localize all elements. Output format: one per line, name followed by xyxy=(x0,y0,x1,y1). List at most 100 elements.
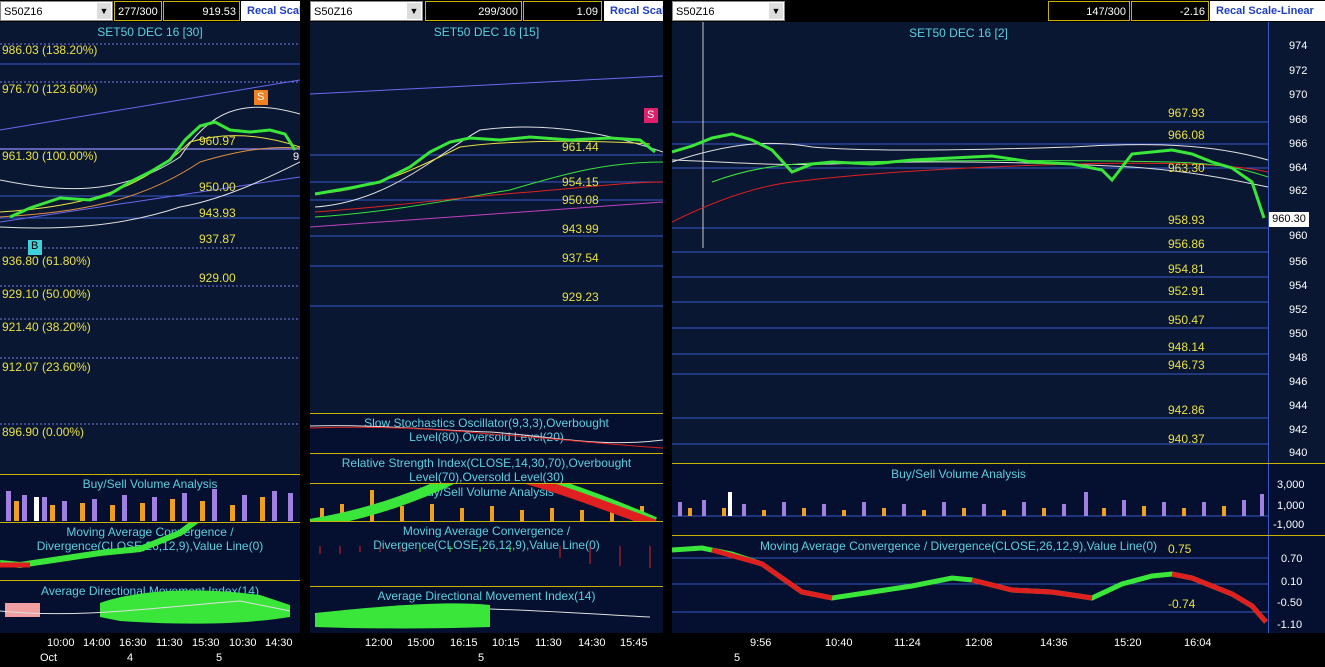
last-price-tag: 960.30 xyxy=(1269,212,1309,227)
price-axis: 974 972 970 968 966 964 962 960 958 956 … xyxy=(1268,22,1325,463)
symbol-select[interactable]: S50Z16 ▼ xyxy=(0,1,113,21)
axis-tick: 960 xyxy=(1289,230,1308,242)
time-label: 15:00 xyxy=(407,637,435,649)
recal-scale-button[interactable]: Recal Scale xyxy=(241,1,300,21)
macd-value: 0.75 xyxy=(1168,542,1192,556)
price-level: 954.81 xyxy=(1168,262,1205,276)
price-level: 960.97 xyxy=(199,134,236,148)
macd-indicator[interactable]: Moving Average Convergence / Divergence(… xyxy=(672,535,1325,634)
time-label: 16:04 xyxy=(1184,637,1212,649)
price-level: 943.99 xyxy=(562,222,599,236)
symbol-value: S50Z16 xyxy=(676,6,715,18)
time-label: 15:20 xyxy=(1114,637,1142,649)
time-label: 11:30 xyxy=(535,637,562,649)
volume-indicator[interactable]: Buy/Sell Volume Analysis xyxy=(0,474,300,522)
price-level: 929.00 xyxy=(199,271,236,285)
price-readout: -2.16 xyxy=(1131,1,1209,21)
price-plot xyxy=(672,22,1269,445)
price-level: 954.15 xyxy=(562,175,599,189)
price-level: 937.54 xyxy=(562,251,599,265)
price-level: 966.08 xyxy=(1168,128,1205,142)
axis-tick: 946 xyxy=(1289,376,1308,388)
sell-marker: S xyxy=(257,91,265,103)
date-label: Oct xyxy=(40,652,58,664)
adx-indicator[interactable]: Average Directional Movement Index(14) xyxy=(0,580,300,633)
adx-plot xyxy=(315,603,651,629)
indicator-title: Relative Strength Index(CLOSE,14,30,70),… xyxy=(341,456,632,484)
stochastics-indicator[interactable]: Slow Stochastics Oscillator(9,3,3),Overb… xyxy=(310,413,663,453)
volume-indicator[interactable]: Buy/Sell Volume Analysis 3,000 1,000 -1,… xyxy=(672,463,1325,536)
axis-tick: 0.70 xyxy=(1281,553,1303,565)
axis-tick: 970 xyxy=(1289,89,1308,101)
symbol-value: S50Z16 xyxy=(314,6,353,18)
axis-tick: 0.10 xyxy=(1281,576,1303,588)
symbol-select[interactable]: S50Z16 ▼ xyxy=(310,1,423,21)
axis-tick: 966 xyxy=(1289,138,1308,150)
fib-level: 896.90 (0.00%) xyxy=(2,425,85,439)
fib-level: 929.10 (50.00%) xyxy=(2,287,91,301)
macd-axis: 0.70 0.10 -0.50 -1.10 xyxy=(1268,536,1325,634)
price-level: 950.00 xyxy=(199,180,236,194)
macd-indicator[interactable]: Moving Average Convergence / Divergence(… xyxy=(310,521,663,586)
price-readout: 1.09 xyxy=(523,1,602,21)
panel-2-toolbar: S50Z16 ▼ 299/300 1.09 Recal Scale xyxy=(310,0,663,22)
panel-3-toolbar: S50Z16 ▼ 147/300 -2.16 Recal Scale-Linea… xyxy=(672,0,1325,22)
fib-level: 921.40 (38.20%) xyxy=(2,320,91,334)
axis-tick: -1.10 xyxy=(1277,619,1303,631)
time-label: 14:30 xyxy=(578,637,606,649)
price-level: 948.14 xyxy=(1168,340,1205,354)
rsi-indicator[interactable]: Relative Strength Index(CLOSE,14,30,70),… xyxy=(310,453,663,484)
date-label: 5 xyxy=(734,652,741,664)
price-level: 963.30 xyxy=(1168,161,1205,175)
price-chart[interactable]: SET50 DEC 16 [2] 967.93 966.08 963.30 95… xyxy=(672,22,1325,463)
price-level: 958.93 xyxy=(1168,213,1205,227)
axis-tick: 962 xyxy=(1289,185,1308,197)
date-label: 5 xyxy=(478,652,485,664)
time-label: 14:30 xyxy=(265,637,293,649)
bar-counter: 299/300 xyxy=(425,1,522,21)
time-label: 9:56 xyxy=(750,637,772,649)
price-chart[interactable]: SET50 DEC 16 [15] S 961.44 954.15 950.08… xyxy=(310,22,663,413)
time-label: 15:30 xyxy=(192,637,220,649)
right-edge-label: 9 xyxy=(293,151,300,163)
bar-counter: 277/300 xyxy=(114,1,162,21)
axis-tick: 944 xyxy=(1289,400,1308,412)
price-level: 952.91 xyxy=(1168,284,1205,298)
adx-indicator[interactable]: Average Directional Movement Index(14) xyxy=(310,586,663,633)
macd-indicator[interactable]: Moving Average Convergence / Divergence(… xyxy=(0,522,300,580)
time-label: 11:24 xyxy=(894,637,921,649)
time-label: 12:08 xyxy=(965,637,993,649)
price-level: 956.86 xyxy=(1168,237,1205,251)
stochastics-plot xyxy=(310,425,663,449)
macd-plot xyxy=(319,546,651,568)
axis-tick: -1,000 xyxy=(1273,519,1305,531)
axis-tick: 974 xyxy=(1289,40,1308,52)
time-label: 10:00 xyxy=(47,637,75,649)
macd-plot xyxy=(0,523,295,569)
chart-panel-2: S50Z16 ▼ 299/300 1.09 Recal Scale SET50 … xyxy=(310,0,663,667)
chevron-down-icon[interactable]: ▼ xyxy=(769,3,783,19)
axis-tick: 942 xyxy=(1289,424,1308,436)
recal-scale-button[interactable]: Recal Scale xyxy=(604,1,663,21)
time-label: 12:00 xyxy=(365,637,393,649)
axis-tick: 956 xyxy=(1289,256,1308,268)
time-label: 11:30 xyxy=(156,637,183,649)
price-chart[interactable]: SET50 DEC 16 [30] S B 986.03 (138.20%) 9… xyxy=(0,22,300,474)
axis-tick: 940 xyxy=(1289,447,1308,459)
date-label: 4 xyxy=(127,652,134,664)
price-level: 942.86 xyxy=(1168,403,1205,417)
time-label: 10:15 xyxy=(492,637,520,649)
chevron-down-icon[interactable]: ▼ xyxy=(407,3,421,19)
time-label: 14:36 xyxy=(1040,637,1068,649)
recal-scale-button[interactable]: Recal Scale-Linear xyxy=(1210,1,1325,21)
price-level: 929.23 xyxy=(562,290,599,304)
symbol-select[interactable]: S50Z16 ▼ xyxy=(672,1,785,21)
price-level: 943.93 xyxy=(199,206,236,220)
chevron-down-icon[interactable]: ▼ xyxy=(97,3,111,19)
axis-tick: 950 xyxy=(1289,328,1308,340)
volume-bars xyxy=(6,489,293,521)
time-label: 10:40 xyxy=(825,637,853,649)
volume-indicator[interactable]: Buy/Sell Volume Analysis xyxy=(310,483,663,522)
sell-marker: S xyxy=(647,109,655,121)
buy-marker: B xyxy=(31,240,39,252)
